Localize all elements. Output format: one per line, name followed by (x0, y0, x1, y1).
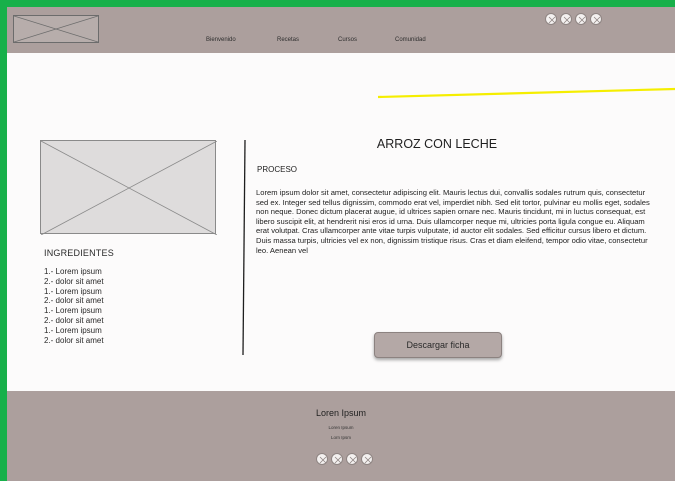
page: Bienvenido Recetas Cursos Comunidad INGR… (7, 7, 675, 481)
ingredient-item: 1.- Lorem ipsum (44, 267, 102, 276)
footer-text-line1: Loren Ipsum (328, 425, 354, 430)
recipe-title: ARROZ CON LECHE (376, 137, 498, 151)
social-icon[interactable] (346, 453, 358, 465)
ingredient-item: 2.- dolor sit amet (44, 276, 104, 286)
social-icon[interactable] (331, 453, 343, 465)
footer: Loren Ipsum Loren Ipsum Lorn Ipsm (7, 391, 675, 481)
process-text: Lorem ipsum dolor sit amet, consectetur … (256, 188, 650, 255)
social-icon[interactable] (316, 453, 328, 465)
recipe-image-placeholder (40, 140, 217, 235)
ingredient-item: 2.- dolor sit amet (44, 335, 104, 345)
ingredients-list: 1.- Lorem ipsum 2.- dolor sit amet 1.- L… (44, 267, 104, 345)
ingredient-item: 1.- Lorem ipsum (44, 286, 102, 296)
process-title: PROCESO (257, 165, 298, 174)
ingredient-item: 2.- dolor sit amet (44, 296, 104, 306)
ingredient-item: 1.- Lorem ipsum (44, 325, 102, 335)
social-icon[interactable] (361, 453, 373, 465)
ingredients-title: INGREDIENTES (44, 248, 114, 258)
ingredient-item: 1.- Lorem ipsum (44, 306, 102, 316)
ingredient-item: 2.- dolor sit amet (44, 315, 104, 325)
footer-text-line2: Lorn Ipsm (330, 435, 351, 440)
image-placeholder-icon (41, 141, 217, 235)
download-button[interactable]: Descargar ficha (374, 332, 502, 358)
footer-title: Loren Ipsum (315, 408, 367, 418)
